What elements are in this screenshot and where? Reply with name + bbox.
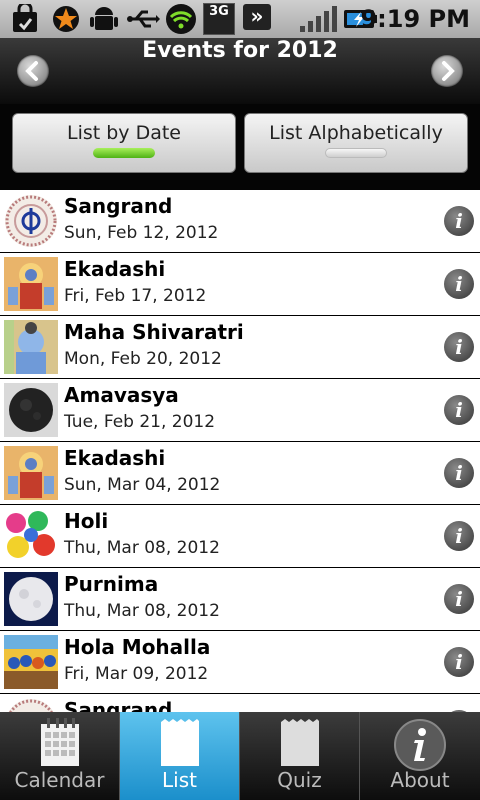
event-name: Hola Mohalla xyxy=(64,635,211,659)
event-name: Purnima xyxy=(64,572,159,596)
android-icon xyxy=(90,7,118,30)
list-by-date-button[interactable]: List by Date xyxy=(12,113,236,173)
fast-forward-icon: » xyxy=(243,4,271,30)
tab-quiz[interactable]: Quiz xyxy=(240,712,360,800)
tab-quiz-label: Quiz xyxy=(277,768,322,792)
full-moon-image xyxy=(4,572,58,626)
tab-calendar[interactable]: Calendar xyxy=(0,712,120,800)
event-name: Sangrand xyxy=(64,194,173,218)
star-icon xyxy=(53,6,79,32)
selected-indicator xyxy=(93,148,155,158)
info-icon[interactable]: i xyxy=(444,458,474,488)
quiz-icon xyxy=(280,719,319,766)
list-alphabetically-label: List Alphabetically xyxy=(269,122,443,144)
calendar-icon xyxy=(40,718,79,766)
title-bar: Events for 2012 xyxy=(0,38,480,104)
khanda-icon xyxy=(4,194,58,248)
event-date: Tue, Feb 21, 2012 xyxy=(64,412,216,432)
events-list[interactable]: Sangrand Sun, Feb 12, 2012 i Ekadashi Fr… xyxy=(0,190,480,712)
signal-icon xyxy=(300,6,337,32)
unselected-indicator xyxy=(325,148,387,158)
list-icon xyxy=(160,719,199,766)
info-icon[interactable]: i xyxy=(444,395,474,425)
list-item[interactable]: Hola Mohalla Fri, Mar 09, 2012 i xyxy=(0,631,480,694)
next-year-button[interactable] xyxy=(431,55,463,87)
status-bar: 3G » 9:19 PM xyxy=(0,0,480,38)
event-name: Ekadashi xyxy=(64,446,166,470)
info-icon[interactable]: i xyxy=(444,206,474,236)
list-by-date-label: List by Date xyxy=(66,122,181,144)
list-item[interactable]: Purnima Thu, Mar 08, 2012 i xyxy=(0,568,480,631)
tab-bar: Calendar List Quiz About xyxy=(0,712,480,800)
chevron-right-icon xyxy=(442,61,455,81)
event-date: Thu, Mar 08, 2012 xyxy=(64,538,220,558)
shopping-bag-icon xyxy=(13,4,37,32)
event-name: Holi xyxy=(64,509,109,533)
tab-list[interactable]: List xyxy=(120,712,240,800)
holi-colors-image xyxy=(4,509,58,563)
hola-mohalla-image xyxy=(4,635,58,689)
event-date: Sun, Feb 12, 2012 xyxy=(64,223,219,243)
info-icon[interactable]: i xyxy=(444,332,474,362)
tab-list-label: List xyxy=(162,768,197,792)
list-item[interactable]: Ekadashi Fri, Feb 17, 2012 i xyxy=(0,253,480,316)
new-moon-image xyxy=(4,383,58,437)
event-date: Fri, Mar 09, 2012 xyxy=(64,664,209,684)
3g-icon: 3G xyxy=(203,3,235,35)
wifi-icon xyxy=(166,4,196,34)
list-item[interactable]: Maha Shivaratri Mon, Feb 20, 2012 i xyxy=(0,316,480,379)
event-name: Amavasya xyxy=(64,383,179,407)
info-icon[interactable]: i xyxy=(444,521,474,551)
list-item[interactable]: Sangrand Sun, Feb 12, 2012 i xyxy=(0,190,480,253)
event-date: Fri, Feb 17, 2012 xyxy=(64,286,207,306)
info-icon[interactable]: i xyxy=(444,647,474,677)
clock: 9:19 PM xyxy=(360,5,470,33)
shiva-image xyxy=(4,320,58,374)
event-date: Mon, Feb 20, 2012 xyxy=(64,349,222,369)
tab-about[interactable]: About xyxy=(360,712,480,800)
deity-image xyxy=(4,257,58,311)
info-icon[interactable]: i xyxy=(444,269,474,299)
sort-toggle: List by Date List Alphabetically xyxy=(0,104,480,190)
info-icon[interactable]: i xyxy=(444,584,474,614)
tab-about-label: About xyxy=(390,768,450,792)
list-alphabetically-button[interactable]: List Alphabetically xyxy=(244,113,468,173)
page-title: Events for 2012 xyxy=(142,38,338,63)
event-name: Maha Shivaratri xyxy=(64,320,244,344)
event-date: Thu, Mar 08, 2012 xyxy=(64,601,220,621)
list-item[interactable]: Sangrand i xyxy=(0,694,480,712)
list-item[interactable]: Ekadashi Sun, Mar 04, 2012 i xyxy=(0,442,480,505)
event-date: Sun, Mar 04, 2012 xyxy=(64,475,221,495)
event-name: Ekadashi xyxy=(64,257,166,281)
tab-calendar-label: Calendar xyxy=(14,768,105,792)
info-icon xyxy=(394,719,446,771)
list-item[interactable]: Holi Thu, Mar 08, 2012 i xyxy=(0,505,480,568)
event-name: Sangrand xyxy=(64,698,173,712)
usb-icon xyxy=(127,10,160,28)
deity-image xyxy=(4,446,58,500)
khanda-icon xyxy=(4,698,58,712)
list-item[interactable]: Amavasya Tue, Feb 21, 2012 i xyxy=(0,379,480,442)
